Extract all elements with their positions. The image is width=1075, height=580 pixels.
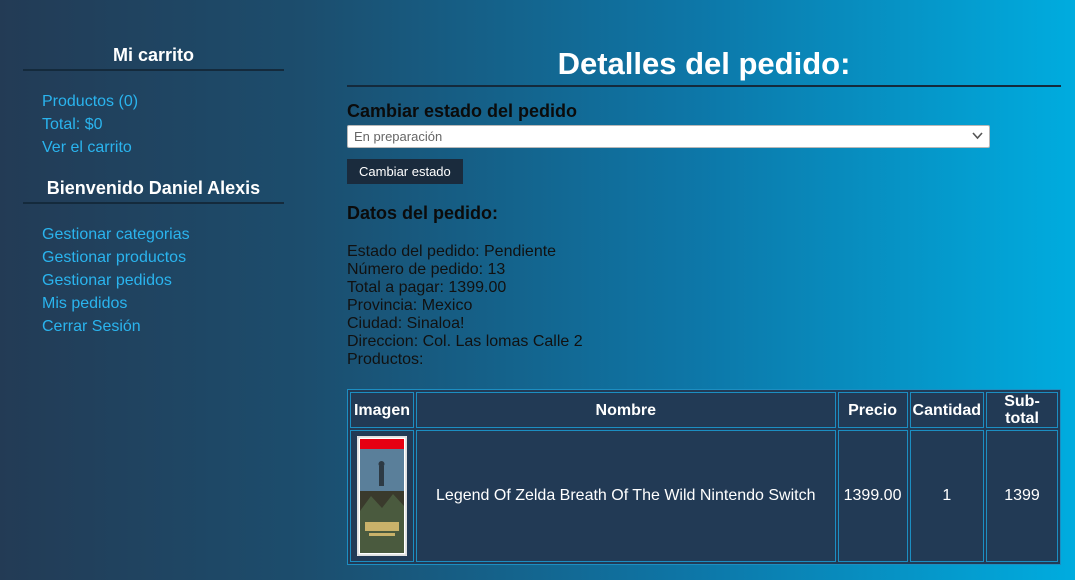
manage-products-link[interactable]: Gestionar productos bbox=[42, 249, 186, 266]
product-subtotal-cell: 1399 bbox=[986, 430, 1058, 562]
table-header-row: Imagen Nombre Precio Cantidad Sub-total bbox=[350, 392, 1058, 428]
table-row: Legend Of Zelda Breath Of The Wild Ninte… bbox=[350, 430, 1058, 562]
user-menu-item: Mis pedidos bbox=[42, 292, 284, 315]
main-content: Detalles del pedido: Cambiar estado del … bbox=[347, 0, 1061, 565]
order-total-text: Total a pagar: 1399.00 bbox=[347, 279, 507, 296]
cart-view-item: Ver el carrito bbox=[42, 136, 284, 159]
view-cart-link[interactable]: Ver el carrito bbox=[42, 139, 132, 156]
change-state-heading: Cambiar estado del pedido bbox=[347, 101, 578, 121]
order-status-text: Estado del pedido: Pendiente bbox=[347, 243, 557, 260]
column-header-subtotal: Sub-total bbox=[986, 392, 1058, 428]
order-data-heading: Datos del pedido: bbox=[347, 203, 499, 223]
order-state-selected-value: En preparación bbox=[354, 129, 443, 144]
column-header-quantity: Cantidad bbox=[909, 392, 984, 428]
manage-categories-link[interactable]: Gestionar categorias bbox=[42, 226, 190, 243]
cart-total-item: Total: $0 bbox=[42, 113, 284, 136]
logout-link[interactable]: Cerrar Sesión bbox=[42, 318, 141, 335]
column-header-image: Imagen bbox=[350, 392, 414, 428]
order-address-text: Direccion: Col. Las lomas Calle 2 bbox=[347, 333, 583, 350]
product-image-cell bbox=[350, 430, 414, 562]
order-info: Estado del pedido: Pendiente Número de p… bbox=[347, 243, 1061, 369]
user-menu-item: Gestionar categorias bbox=[42, 223, 284, 246]
cart-list: Productos (0) Total: $0 Ver el carrito bbox=[23, 71, 284, 178]
welcome-heading: Bienvenido Daniel Alexis bbox=[23, 178, 284, 204]
cart-products-item: Productos (0) bbox=[42, 90, 284, 113]
user-menu-item: Gestionar pedidos bbox=[42, 269, 284, 292]
product-name-cell: Legend Of Zelda Breath Of The Wild Ninte… bbox=[416, 430, 836, 562]
column-header-name: Nombre bbox=[416, 392, 836, 428]
change-state-button[interactable]: Cambiar estado bbox=[347, 159, 463, 184]
user-menu-item: Gestionar productos bbox=[42, 246, 284, 269]
product-quantity-cell: 1 bbox=[909, 430, 984, 562]
sidebar: Mi carrito Productos (0) Total: $0 Ver e… bbox=[23, 0, 284, 338]
order-products-label: Productos: bbox=[347, 351, 424, 368]
product-price-cell: 1399.00 bbox=[837, 430, 908, 562]
cart-total-link[interactable]: Total: $0 bbox=[42, 116, 102, 133]
cart-products-link[interactable]: Productos (0) bbox=[42, 93, 138, 110]
cart-heading: Mi carrito bbox=[23, 0, 284, 71]
user-menu-item: Cerrar Sesión bbox=[42, 315, 284, 338]
order-number-text: Número de pedido: 13 bbox=[347, 261, 506, 278]
column-header-price: Precio bbox=[837, 392, 908, 428]
order-province-text: Provincia: Mexico bbox=[347, 297, 473, 314]
my-orders-link[interactable]: Mis pedidos bbox=[42, 295, 127, 312]
page-title: Detalles del pedido: bbox=[347, 0, 1061, 87]
order-state-select[interactable]: En preparación bbox=[347, 125, 990, 148]
chevron-down-icon bbox=[972, 126, 983, 147]
user-menu: Gestionar categorias Gestionar productos… bbox=[23, 204, 284, 338]
order-city-text: Ciudad: Sinaloa! bbox=[347, 315, 465, 332]
products-table: Imagen Nombre Precio Cantidad Sub-total bbox=[347, 389, 1061, 565]
manage-orders-link[interactable]: Gestionar pedidos bbox=[42, 272, 172, 289]
zelda-cover-image bbox=[357, 436, 407, 556]
